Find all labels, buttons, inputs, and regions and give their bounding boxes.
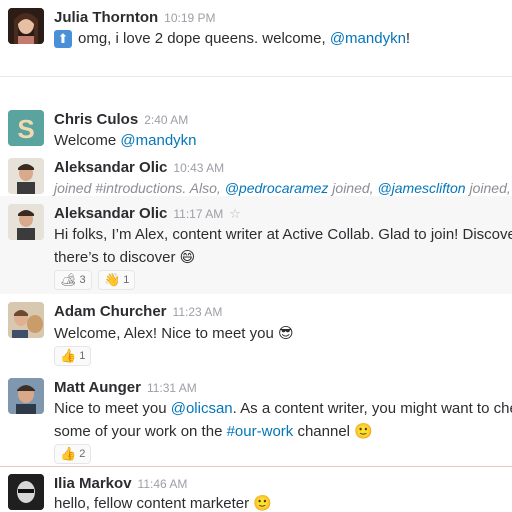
reaction-thumbsup[interactable]: 👍 1 [54, 346, 92, 366]
new-messages-line [0, 466, 512, 467]
avatar-chris: S [8, 110, 44, 146]
sender-name[interactable]: Julia Thornton 10:19 PM [54, 9, 216, 26]
reaction-thumbsup[interactable]: 👍 2 [54, 444, 92, 464]
timestamp[interactable]: 10:43 AM [173, 161, 224, 175]
thumbs-up-icon: 👍 [60, 348, 77, 363]
timestamp[interactable]: 2:40 AM [144, 113, 188, 127]
sender-name[interactable]: Aleksandar Olic 10:43 AM [54, 159, 224, 176]
mention-link[interactable]: @pedrocaramez [225, 180, 329, 196]
avatar-julia [8, 8, 44, 44]
divider [0, 76, 512, 77]
mention-link[interactable]: @mandykn [330, 30, 406, 47]
timestamp[interactable]: 10:19 PM [164, 11, 215, 25]
avatar[interactable] [8, 8, 44, 44]
sender-name[interactable]: Aleksandar Olic 11:17 AM ☆ [54, 205, 241, 222]
sender-name[interactable]: Adam Churcher 11:23 AM [54, 303, 222, 320]
message-text-line2: there’s to discover 😄 [54, 249, 196, 266]
thumbs-up-icon: 👍 [60, 446, 77, 461]
avatar-aleksandar [8, 204, 44, 240]
avatar[interactable] [8, 204, 44, 240]
channel-link[interactable]: #our-work [227, 423, 294, 440]
avatar[interactable] [8, 378, 44, 414]
mention-link[interactable]: @olicsan [171, 400, 233, 417]
avatar[interactable] [8, 302, 44, 338]
message-text: Welcome, Alex! Nice to meet you 😎 [54, 325, 294, 342]
sender-name[interactable]: Matt Aunger 11:31 AM [54, 379, 197, 396]
mention-link[interactable]: @jamesclifton [377, 180, 465, 196]
avatar-adam [8, 302, 44, 338]
up-arrow-icon: ⬆ [54, 30, 72, 49]
camping-icon: 🏕 [60, 272, 77, 287]
avatar-aleksandar [8, 158, 44, 194]
wave-icon: 👋 [104, 272, 121, 287]
reaction-wave[interactable]: 👋 1 [98, 270, 136, 290]
sender-name[interactable]: Chris Culos 2:40 AM [54, 111, 188, 128]
message-text: hello, fellow content marketer 🙂 [54, 495, 272, 512]
avatar-letter: S [17, 114, 34, 144]
avatar-ilia [8, 474, 44, 510]
message-text: Welcome @mandykn [54, 132, 197, 149]
sender-name[interactable]: Ilia Markov 11:46 AM [54, 475, 187, 492]
message-text-line1: Nice to meet you @olicsan. As a content … [54, 400, 512, 417]
mention-link[interactable]: @mandykn [120, 132, 196, 149]
timestamp[interactable]: 11:46 AM [138, 477, 188, 491]
avatar[interactable]: S [8, 110, 44, 146]
timestamp[interactable]: 11:23 AM [173, 305, 223, 319]
timestamp[interactable]: 11:17 AM [173, 207, 223, 221]
join-text: joined #introductions. Also, @pedrocaram… [54, 180, 512, 196]
avatar-matt [8, 378, 44, 414]
message-text-line1: Hi folks, I’m Alex, content writer at Ac… [54, 226, 512, 243]
avatar[interactable] [8, 158, 44, 194]
avatar[interactable] [8, 474, 44, 510]
reaction-camping[interactable]: 🏕 3 [54, 270, 92, 290]
star-icon[interactable]: ☆ [229, 206, 241, 221]
timestamp[interactable]: 11:31 AM [147, 381, 197, 395]
message-text-line2: some of your work on the #our-work chann… [54, 423, 373, 440]
message-text: ⬆ omg, i love 2 dope queens. welcome, @ma… [54, 30, 410, 49]
